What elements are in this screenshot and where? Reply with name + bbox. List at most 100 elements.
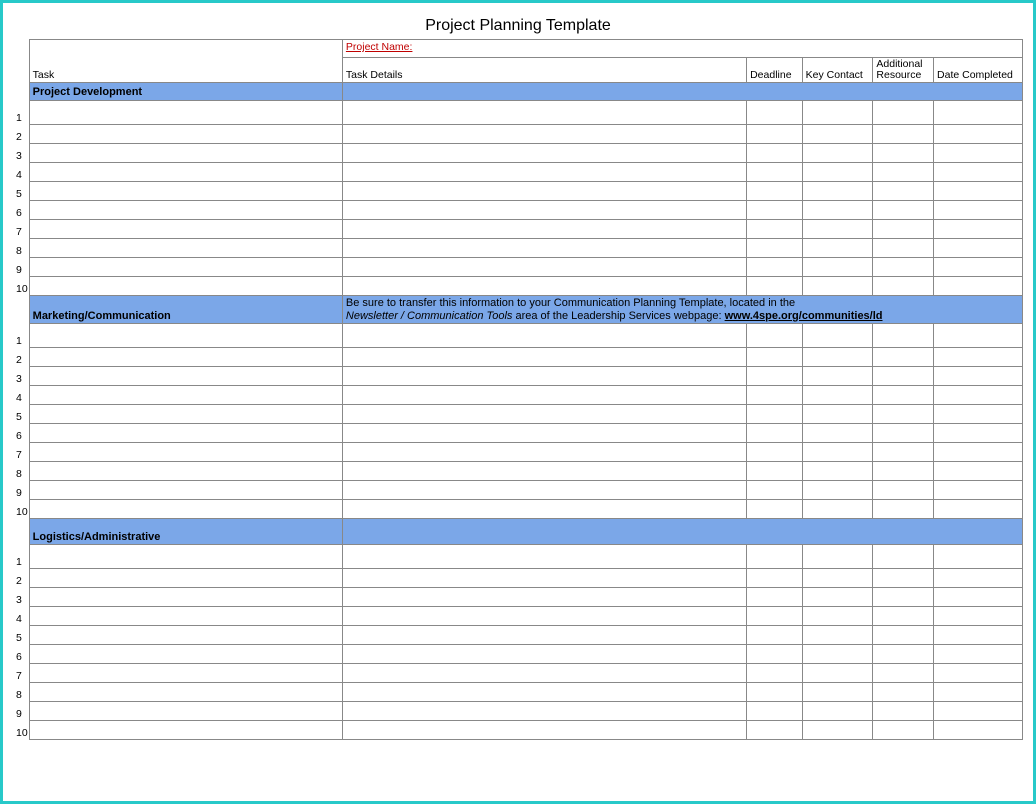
- cell-contact[interactable]: [802, 125, 873, 144]
- cell-datecomp[interactable]: [934, 424, 1023, 443]
- cell-task[interactable]: [29, 405, 342, 424]
- cell-datecomp[interactable]: [934, 220, 1023, 239]
- cell-task[interactable]: [29, 443, 342, 462]
- cell-resource[interactable]: [873, 220, 934, 239]
- cell-task[interactable]: [29, 721, 342, 740]
- cell-deadline[interactable]: [747, 163, 803, 182]
- cell-details[interactable]: [342, 405, 746, 424]
- cell-resource[interactable]: [873, 500, 934, 519]
- cell-datecomp[interactable]: [934, 277, 1023, 296]
- cell-task[interactable]: [29, 645, 342, 664]
- cell-deadline[interactable]: [747, 182, 803, 201]
- cell-details[interactable]: [342, 277, 746, 296]
- cell-resource[interactable]: [873, 277, 934, 296]
- cell-resource[interactable]: [873, 443, 934, 462]
- cell-deadline[interactable]: [747, 645, 803, 664]
- cell-contact[interactable]: [802, 258, 873, 277]
- cell-task[interactable]: [29, 386, 342, 405]
- cell-contact[interactable]: [802, 367, 873, 386]
- cell-contact[interactable]: [802, 664, 873, 683]
- cell-details[interactable]: [342, 500, 746, 519]
- cell-details[interactable]: [342, 683, 746, 702]
- cell-datecomp[interactable]: [934, 258, 1023, 277]
- cell-task[interactable]: [29, 626, 342, 645]
- cell-task[interactable]: [29, 163, 342, 182]
- cell-task[interactable]: [29, 258, 342, 277]
- cell-contact[interactable]: [802, 545, 873, 569]
- cell-contact[interactable]: [802, 101, 873, 125]
- cell-details[interactable]: [342, 607, 746, 626]
- cell-deadline[interactable]: [747, 424, 803, 443]
- cell-details[interactable]: [342, 481, 746, 500]
- cell-deadline[interactable]: [747, 144, 803, 163]
- cell-contact[interactable]: [802, 645, 873, 664]
- cell-task[interactable]: [29, 481, 342, 500]
- cell-task[interactable]: [29, 220, 342, 239]
- cell-contact[interactable]: [802, 144, 873, 163]
- cell-deadline[interactable]: [747, 588, 803, 607]
- cell-datecomp[interactable]: [934, 201, 1023, 220]
- cell-task[interactable]: [29, 367, 342, 386]
- cell-resource[interactable]: [873, 101, 934, 125]
- cell-contact[interactable]: [802, 201, 873, 220]
- cell-resource[interactable]: [873, 182, 934, 201]
- cell-details[interactable]: [342, 443, 746, 462]
- cell-datecomp[interactable]: [934, 367, 1023, 386]
- cell-datecomp[interactable]: [934, 239, 1023, 258]
- cell-datecomp[interactable]: [934, 348, 1023, 367]
- cell-deadline[interactable]: [747, 277, 803, 296]
- cell-resource[interactable]: [873, 144, 934, 163]
- cell-datecomp[interactable]: [934, 545, 1023, 569]
- cell-resource[interactable]: [873, 481, 934, 500]
- cell-task[interactable]: [29, 239, 342, 258]
- cell-details[interactable]: [342, 645, 746, 664]
- cell-task[interactable]: [29, 702, 342, 721]
- cell-contact[interactable]: [802, 424, 873, 443]
- cell-deadline[interactable]: [747, 258, 803, 277]
- cell-details[interactable]: [342, 626, 746, 645]
- cell-details[interactable]: [342, 588, 746, 607]
- cell-details[interactable]: [342, 424, 746, 443]
- cell-deadline[interactable]: [747, 443, 803, 462]
- cell-details[interactable]: [342, 545, 746, 569]
- cell-resource[interactable]: [873, 588, 934, 607]
- cell-task[interactable]: [29, 569, 342, 588]
- cell-deadline[interactable]: [747, 201, 803, 220]
- cell-task[interactable]: [29, 348, 342, 367]
- cell-datecomp[interactable]: [934, 481, 1023, 500]
- cell-deadline[interactable]: [747, 545, 803, 569]
- cell-deadline[interactable]: [747, 569, 803, 588]
- cell-resource[interactable]: [873, 424, 934, 443]
- cell-task[interactable]: [29, 588, 342, 607]
- cell-task[interactable]: [29, 462, 342, 481]
- cell-datecomp[interactable]: [934, 163, 1023, 182]
- cell-resource[interactable]: [873, 683, 934, 702]
- cell-resource[interactable]: [873, 702, 934, 721]
- cell-task[interactable]: [29, 683, 342, 702]
- cell-resource[interactable]: [873, 348, 934, 367]
- cell-details[interactable]: [342, 386, 746, 405]
- cell-contact[interactable]: [802, 405, 873, 424]
- cell-contact[interactable]: [802, 588, 873, 607]
- cell-resource[interactable]: [873, 324, 934, 348]
- cell-datecomp[interactable]: [934, 721, 1023, 740]
- cell-details[interactable]: [342, 239, 746, 258]
- cell-details[interactable]: [342, 125, 746, 144]
- cell-details[interactable]: [342, 163, 746, 182]
- cell-datecomp[interactable]: [934, 569, 1023, 588]
- cell-deadline[interactable]: [747, 721, 803, 740]
- cell-datecomp[interactable]: [934, 500, 1023, 519]
- cell-deadline[interactable]: [747, 324, 803, 348]
- cell-datecomp[interactable]: [934, 645, 1023, 664]
- cell-datecomp[interactable]: [934, 144, 1023, 163]
- cell-deadline[interactable]: [747, 101, 803, 125]
- cell-contact[interactable]: [802, 348, 873, 367]
- cell-details[interactable]: [342, 348, 746, 367]
- cell-resource[interactable]: [873, 258, 934, 277]
- cell-details[interactable]: [342, 182, 746, 201]
- cell-resource[interactable]: [873, 386, 934, 405]
- cell-task[interactable]: [29, 424, 342, 443]
- cell-deadline[interactable]: [747, 348, 803, 367]
- cell-datecomp[interactable]: [934, 664, 1023, 683]
- cell-datecomp[interactable]: [934, 443, 1023, 462]
